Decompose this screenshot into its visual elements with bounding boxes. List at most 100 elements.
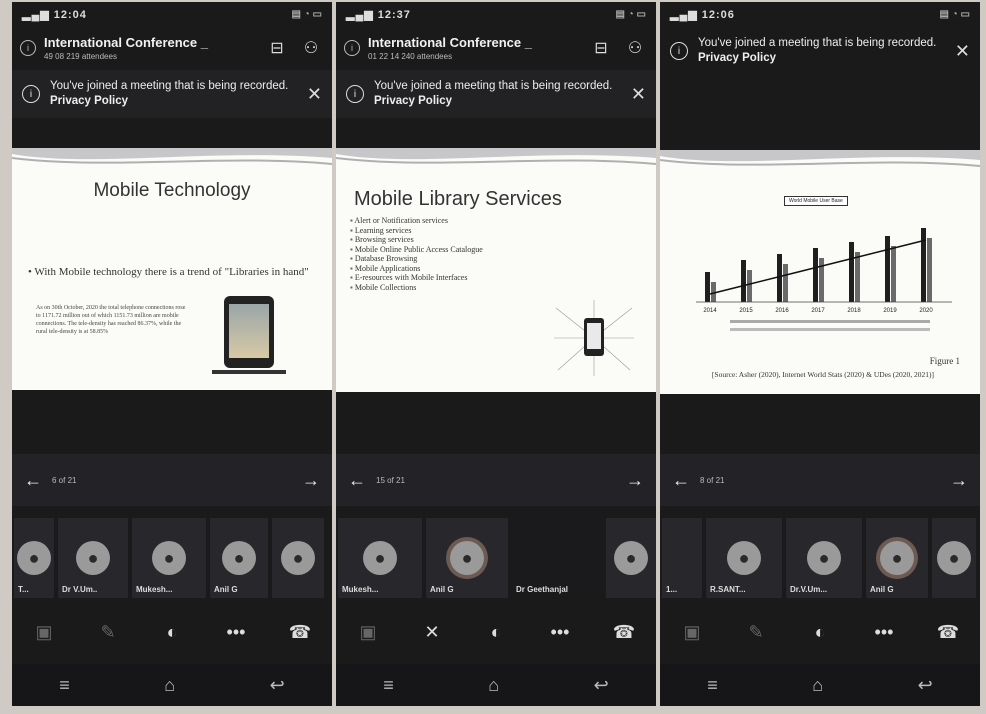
audio-icon[interactable]: ◐: [151, 612, 193, 652]
meeting-info-icon[interactable]: i: [20, 40, 36, 56]
participant-name: Anil G: [430, 585, 454, 594]
more-icon[interactable]: •••: [863, 612, 905, 652]
participant-tile[interactable]: Dr Geethanjal: [512, 518, 602, 598]
user-base-chart: 2014 2015 2016 2017 2018 2019 2020: [696, 228, 952, 314]
avatar: ●: [281, 541, 315, 575]
participant-tile[interactable]: ● Anil G: [866, 518, 928, 598]
audio-icon[interactable]: ◐: [475, 612, 517, 652]
privacy-policy-link[interactable]: Privacy Policy: [50, 95, 128, 107]
recording-message: You've joined a meeting that is being re…: [374, 80, 613, 107]
microphone-muted-icon[interactable]: ✕: [411, 612, 453, 652]
chart-bar: [819, 258, 824, 302]
figure-label: Figure 1: [929, 356, 960, 366]
participant-tile[interactable]: ● Anil G: [426, 518, 508, 598]
meeting-info-icon[interactable]: i: [344, 40, 360, 56]
more-icon[interactable]: •••: [539, 612, 581, 652]
slide-paragraph: As on 30th October, 2020 the total telep…: [36, 305, 186, 335]
chat-icon[interactable]: ⊟: [588, 35, 614, 61]
microphone-icon[interactable]: ✎: [87, 612, 129, 652]
menu-icon[interactable]: ≡: [59, 675, 70, 696]
participant-name: R.SANT...: [710, 585, 746, 594]
privacy-policy-link[interactable]: Privacy Policy: [374, 95, 452, 107]
chart-bar: [783, 264, 788, 302]
home-icon[interactable]: ⌂: [812, 675, 823, 696]
participant-tile[interactable]: ●: [932, 518, 976, 598]
back-arrow-icon[interactable]: ←: [672, 470, 690, 491]
forward-arrow-icon[interactable]: →: [302, 470, 320, 491]
slide-title: Mobile Technology: [93, 180, 251, 201]
slide-navigation: ← 15 of 21 →: [336, 454, 656, 506]
chart-tick-label: 2015: [739, 308, 753, 314]
slide-bullet: E-resources with Mobile Interfaces: [350, 273, 483, 283]
forward-arrow-icon[interactable]: →: [626, 470, 644, 491]
close-icon[interactable]: ✕: [307, 84, 322, 105]
phone-screen-2: ▂▄▆ 12:37 ▤ ◔ ▭ i International Conferen…: [336, 2, 656, 706]
chart-bar: [705, 272, 710, 302]
back-icon[interactable]: ↩: [918, 675, 933, 696]
hang-up-icon[interactable]: ☎: [927, 612, 969, 652]
chart-title: World Mobile User Base: [784, 196, 848, 206]
call-controls: ▣ ✕ ◐ ••• ☎: [336, 602, 656, 662]
slide-navigation: ← 8 of 21 →: [660, 454, 980, 506]
participant-tile[interactable]: ● T...: [14, 518, 54, 598]
participant-tile[interactable]: ●: [606, 518, 656, 598]
system-navigation: ≡ ⌂ ↩: [336, 664, 656, 706]
status-icons: ▤ ◔ ▭: [939, 8, 971, 20]
participant-tile[interactable]: ● Mukesh...: [338, 518, 422, 598]
camera-icon[interactable]: ▣: [23, 612, 65, 652]
participants-icon[interactable]: ⚇: [298, 35, 324, 61]
close-icon[interactable]: ✕: [631, 84, 646, 105]
back-icon[interactable]: ↩: [270, 675, 285, 696]
hang-up-icon[interactable]: ☎: [603, 612, 645, 652]
participants-icon[interactable]: ⚇: [622, 35, 648, 61]
meeting-title-block[interactable]: International Conference _ 01 22 14 240 …: [368, 35, 580, 61]
participant-strip: ● T... ● Dr V.Um.. ● Mukesh... ● Anil G …: [12, 512, 332, 598]
avatar: ●: [76, 541, 110, 575]
participant-tile[interactable]: ● R.SANT...: [706, 518, 782, 598]
avatar: ●: [450, 541, 484, 575]
chat-icon[interactable]: ⊟: [264, 35, 290, 61]
privacy-policy-link[interactable]: Privacy Policy: [698, 52, 776, 64]
back-arrow-icon[interactable]: ←: [348, 470, 366, 491]
figure-source: [Source: Asher (2020), Internet World St…: [711, 370, 935, 379]
page-indicator: 6 of 21: [52, 475, 77, 485]
menu-icon[interactable]: ≡: [707, 675, 718, 696]
forward-arrow-icon[interactable]: →: [950, 470, 968, 491]
slide-wave-decoration: [336, 148, 656, 165]
home-icon[interactable]: ⌂: [164, 675, 175, 696]
more-icon[interactable]: •••: [215, 612, 257, 652]
participant-tile[interactable]: 1...: [662, 518, 702, 598]
avatar: ●: [727, 541, 761, 575]
menu-icon[interactable]: ≡: [383, 675, 394, 696]
participant-name: Dr.V.Um...: [790, 585, 828, 594]
microphone-icon[interactable]: ✎: [735, 612, 777, 652]
hang-up-icon[interactable]: ☎: [279, 612, 321, 652]
participant-tile[interactable]: ●: [272, 518, 324, 598]
chart-legend-row: [730, 328, 930, 331]
participant-tile[interactable]: ● Mukesh...: [132, 518, 206, 598]
audio-icon[interactable]: ◐: [799, 612, 841, 652]
participant-tile[interactable]: ● Dr.V.Um...: [786, 518, 862, 598]
participant-strip: ● Mukesh... ● Anil G Dr Geethanjal ●: [336, 512, 656, 598]
page-indicator: 15 of 21: [376, 475, 405, 485]
participant-name: T...: [18, 585, 29, 594]
chart-tick-label: 2018: [847, 308, 861, 314]
participant-name: Anil G: [214, 585, 238, 594]
slide-bullet: Mobile Applications: [350, 264, 483, 274]
meeting-title-block[interactable]: International Conference _ 49 08 219 att…: [44, 35, 256, 61]
participant-tile[interactable]: ● Dr V.Um..: [58, 518, 128, 598]
participant-tile[interactable]: ● Anil G: [210, 518, 268, 598]
recording-banner: i You've joined a meeting that is being …: [12, 70, 332, 118]
back-arrow-icon[interactable]: ←: [24, 470, 42, 491]
recording-message: You've joined a meeting that is being re…: [698, 37, 937, 64]
info-icon: i: [22, 85, 40, 103]
participant-name: 1...: [666, 585, 678, 594]
meeting-subtitle: 01 22 14 240 attendees: [368, 52, 453, 61]
back-icon[interactable]: ↩: [594, 675, 609, 696]
camera-icon[interactable]: ▣: [671, 612, 713, 652]
meeting-title: International Conference _: [368, 35, 532, 50]
home-icon[interactable]: ⌂: [488, 675, 499, 696]
camera-icon[interactable]: ▣: [347, 612, 389, 652]
close-icon[interactable]: ✕: [955, 41, 970, 62]
info-icon: i: [346, 85, 364, 103]
